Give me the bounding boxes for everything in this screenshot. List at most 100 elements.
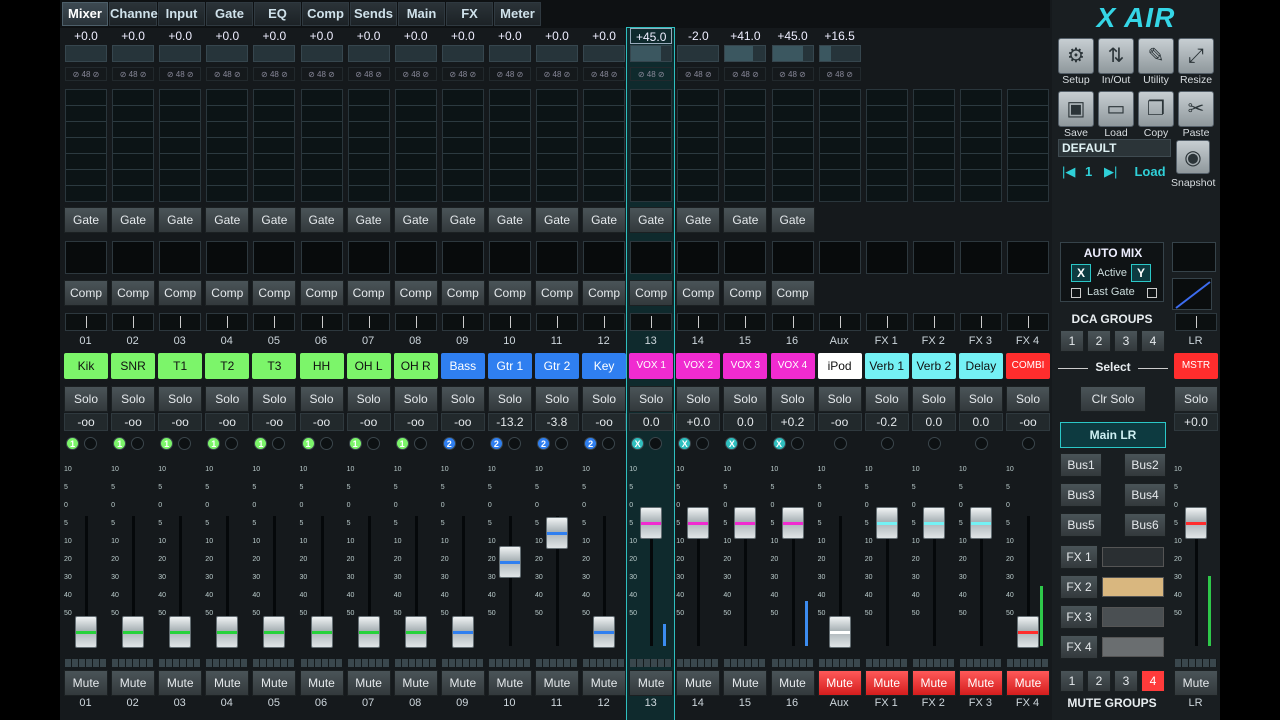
fader-knob[interactable] [310,616,333,648]
gain-bar[interactable] [159,45,202,62]
comp-button[interactable]: Comp [299,280,344,306]
comp-button[interactable]: Comp [440,280,485,306]
solo-button[interactable]: Solo [864,386,909,412]
gate-button[interactable]: Gate [676,207,721,233]
master-fader-knob[interactable] [1185,507,1207,540]
channel-name[interactable]: Delay [958,353,1003,379]
gain-value[interactable]: +45.0 [630,28,673,44]
solo-button[interactable]: Solo [817,386,862,412]
phantom-power-switch[interactable]: ⊘ 48 ⊘ [488,67,531,81]
pan-knob[interactable] [771,313,814,331]
tab-mixer[interactable]: Mixer [62,2,108,26]
fader-knob[interactable] [216,616,239,648]
bus-dot[interactable]: 1 [301,437,315,450]
eq-display[interactable] [65,89,107,202]
gate-button[interactable]: Gate [158,207,203,233]
channel-name[interactable]: Verb 2 [911,353,956,379]
automix-y-button[interactable]: Y [1131,264,1151,282]
fader-knob[interactable] [640,507,663,540]
tab-comp[interactable]: Comp [302,2,349,26]
mute-button[interactable]: Mute [770,670,815,696]
eq-display[interactable] [488,89,531,202]
bus-dot-empty[interactable] [272,437,286,450]
solo-button[interactable]: Solo [440,386,485,412]
eq-display[interactable] [536,89,578,202]
bus-dot-empty[interactable] [84,437,97,450]
bus-dot[interactable]: 1 [160,437,174,450]
solo-button[interactable]: Solo [535,386,579,412]
eq-display[interactable] [583,89,626,202]
channel-name[interactable]: VOX 3 [723,353,768,379]
gain-bar[interactable] [771,45,814,62]
solo-button[interactable]: Solo [393,386,438,412]
pan-knob[interactable] [630,313,673,331]
gain-value[interactable]: +45.0 [772,28,814,44]
phantom-power-switch[interactable]: ⊘ 48 ⊘ [253,67,296,81]
solo-button[interactable]: Solo [676,386,721,412]
copy-icon[interactable]: ❐ [1138,91,1174,127]
gain-bar[interactable] [818,45,861,62]
gain-bar[interactable] [441,45,484,62]
gain-bar[interactable] [347,45,390,62]
bus-dot-empty[interactable] [743,437,757,450]
gain-bar[interactable] [536,45,578,62]
bus-dot-empty[interactable] [131,437,145,450]
next-scene-button[interactable]: ▶| [1104,164,1117,180]
save-icon[interactable]: ▣ [1058,91,1094,127]
gate-button[interactable]: Gate [770,207,815,233]
bus-dot-empty[interactable] [366,437,380,450]
fx-button-1[interactable]: FX 1 [1060,545,1098,569]
pan-knob[interactable] [441,313,484,331]
mute-button[interactable]: Mute [252,670,297,696]
pan-knob[interactable] [65,313,107,331]
bus-button-6[interactable]: Bus6 [1124,513,1166,537]
solo-button[interactable]: Solo [770,386,815,412]
gate-button[interactable]: Gate [393,207,438,233]
comp-button[interactable]: Comp [393,280,438,306]
load-scene-button[interactable]: Load [1130,162,1170,182]
phantom-power-switch[interactable]: ⊘ 48 ⊘ [724,67,767,81]
mute-button[interactable]: Mute [911,670,956,696]
bus-dot-empty[interactable] [319,437,333,450]
eq-display[interactable] [818,89,861,202]
gain-value[interactable]: -2.0 [677,28,719,44]
eq-display[interactable] [300,89,343,202]
channel-name[interactable]: COMBI [1006,353,1050,379]
pan-knob[interactable] [206,313,249,331]
dca-group-3[interactable]: 3 [1114,330,1138,352]
channel-name[interactable]: T2 [205,353,250,379]
solo-button[interactable]: Solo [629,386,674,412]
gain-bar[interactable] [300,45,343,62]
solo-button[interactable]: Solo [487,386,532,412]
mute-button[interactable]: Mute [864,670,909,696]
mute-button[interactable]: Mute [582,670,627,696]
mute-button[interactable]: Mute [817,670,862,696]
channel-name[interactable]: VOX 4 [770,353,815,379]
gate-button[interactable]: Gate [582,207,627,233]
bus-dot[interactable]: 1 [395,437,409,450]
eq-display[interactable] [912,89,955,202]
fader-knob[interactable] [404,616,427,648]
gain-value[interactable]: +0.0 [112,28,154,44]
gain-bar[interactable] [65,45,107,62]
phantom-power-switch[interactable]: ⊘ 48 ⊘ [347,67,390,81]
eq-display[interactable] [771,89,814,202]
dca-group-1[interactable]: 1 [1060,330,1084,352]
channel-name[interactable]: T1 [158,353,203,379]
comp-button[interactable]: Comp [252,280,297,306]
fx-button-4[interactable]: FX 4 [1060,635,1098,659]
pan-knob[interactable] [300,313,343,331]
fader-knob[interactable] [169,616,192,648]
mute-button[interactable]: Mute [723,670,768,696]
fader-knob[interactable] [828,616,851,648]
phantom-power-switch[interactable]: ⊘ 48 ⊘ [818,67,861,81]
comp-button[interactable]: Comp [582,280,627,306]
fader-knob[interactable] [969,507,992,540]
gain-bar[interactable] [677,45,720,62]
channel-name[interactable]: T3 [252,353,297,379]
comp-button[interactable]: Comp [723,280,768,306]
tab-meter[interactable]: Meter [494,2,541,26]
gate-button[interactable]: Gate [64,207,108,233]
arrows-icon[interactable]: ⇅ [1098,38,1134,74]
bus-dot-empty[interactable] [555,437,568,450]
